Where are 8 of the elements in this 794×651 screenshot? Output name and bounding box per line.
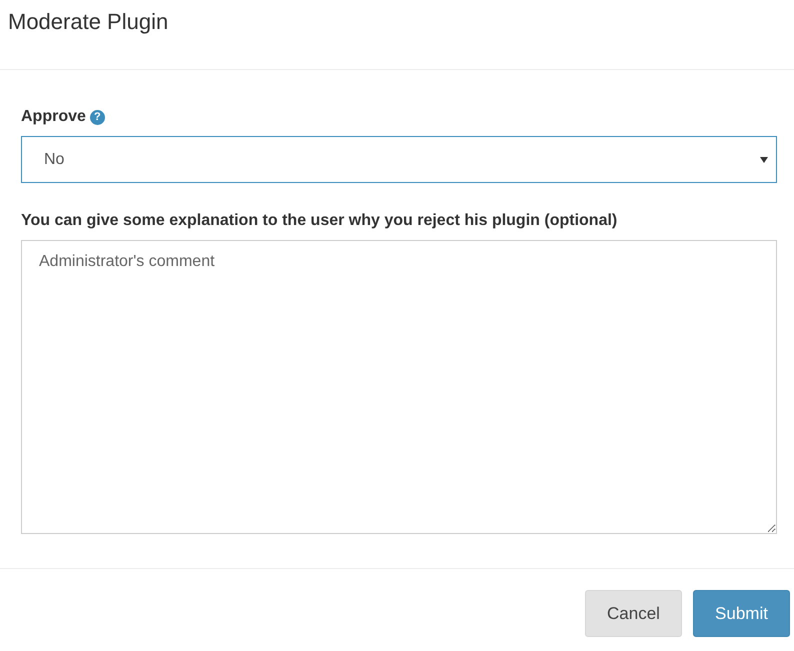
- explanation-label: You can give some explanation to the user why you reject his plugin (optional): [21, 212, 618, 230]
- window-title: Moderate Plugin: [8, 9, 168, 35]
- caret-icon: [760, 156, 768, 162]
- approve-label: Approve: [21, 108, 86, 126]
- comment-field[interactable]: Administrator's comment: [21, 240, 777, 534]
- cancel-button[interactable]: Cancel: [585, 590, 682, 637]
- approve-select[interactable]: No: [21, 136, 777, 183]
- help-icon[interactable]: ?: [90, 110, 105, 124]
